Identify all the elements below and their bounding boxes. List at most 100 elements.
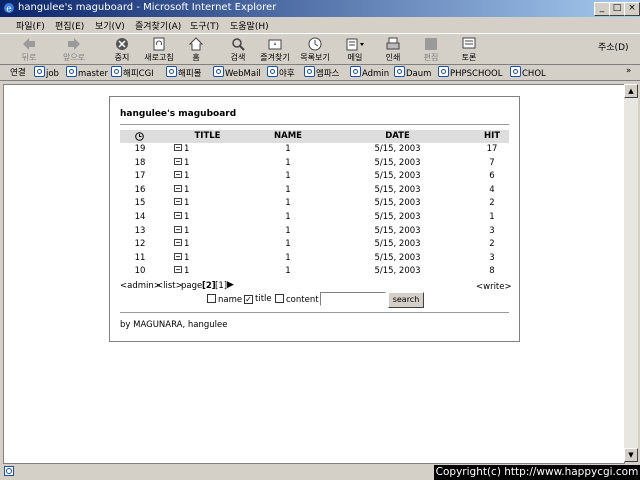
list-link[interactable]: <list> xyxy=(156,281,183,291)
link-empas[interactable]: 엠파스 xyxy=(304,66,339,79)
vertical-scrollbar[interactable]: ▲ ▼ xyxy=(624,84,638,462)
menu-help[interactable]: 도움말(H) xyxy=(230,19,269,32)
post-hits: 1 xyxy=(465,212,519,222)
content-checkbox[interactable] xyxy=(275,294,284,303)
post-date: 5/15, 2003 xyxy=(330,226,465,236)
link-chol-label: CHOL xyxy=(522,69,546,79)
maximize-button[interactable]: □ xyxy=(609,2,625,16)
post-author-text: 1 xyxy=(285,212,291,222)
post-title-link[interactable]: 1 xyxy=(174,184,204,195)
post-title-link-text: 1 xyxy=(184,239,190,250)
page-icon xyxy=(438,66,449,77)
print-label: 인쇄 xyxy=(385,53,401,62)
post-number-text: 19 xyxy=(134,144,146,154)
link-job[interactable]: job xyxy=(34,66,59,79)
discuss-button[interactable]: 토론 xyxy=(450,37,488,63)
admin-link[interactable]: <admin> xyxy=(120,281,161,291)
page-1-link[interactable]: [1] xyxy=(215,281,227,291)
back-button[interactable]: 뒤로 xyxy=(10,37,48,63)
post-number: 14 xyxy=(120,212,160,222)
link-master[interactable]: master xyxy=(66,66,108,79)
post-title-link[interactable]: 1 xyxy=(174,225,204,236)
post-title-link[interactable]: 1 xyxy=(174,198,204,208)
copyright-banner: Copyright(c) http://www.happycgi.com xyxy=(434,465,640,480)
favorites-button[interactable]: 즐겨찾기 xyxy=(256,37,294,63)
stop-label: 중지 xyxy=(114,53,130,62)
edit-button[interactable]: 편집 xyxy=(412,37,450,63)
col-hit[interactable]: HIT xyxy=(465,131,519,141)
scroll-up-icon[interactable]: ▲ xyxy=(624,84,638,98)
mail-button[interactable]: 메일 xyxy=(336,37,374,63)
next-page-icon[interactable]: ▶ xyxy=(227,280,234,290)
post-title-link-text: 1 xyxy=(184,225,190,236)
svg-text:e: e xyxy=(6,5,11,15)
post-title-link-text: 1 xyxy=(184,171,190,182)
title-checkbox[interactable]: ✓ xyxy=(244,295,253,304)
post-title-link[interactable]: 1 xyxy=(174,212,204,222)
link-happymall[interactable]: 해피몰 xyxy=(166,66,201,79)
search-input[interactable] xyxy=(320,292,386,306)
refresh-button[interactable]: 새로고침 xyxy=(140,37,178,63)
post-hits-text: 1 xyxy=(489,212,495,222)
post-title-link[interactable]: 1 xyxy=(174,252,204,263)
write-link[interactable]: <write> xyxy=(476,282,512,292)
post-date-text: 5/15, 2003 xyxy=(374,239,421,250)
post-number: 15 xyxy=(120,198,160,208)
favorites-label: 즐겨찾기 xyxy=(260,53,290,62)
links-more-icon[interactable]: » xyxy=(626,66,631,76)
post-hits-text: 6 xyxy=(489,171,495,182)
post-number-text: 18 xyxy=(134,157,146,168)
search-option-title[interactable]: ✓ title xyxy=(244,294,272,304)
name-checkbox[interactable] xyxy=(207,294,216,303)
post-title-link[interactable]: 1 xyxy=(174,266,204,276)
post-title-link[interactable]: 1 xyxy=(174,171,204,181)
link-daum[interactable]: Daum xyxy=(394,66,431,79)
menu-tools[interactable]: 도구(T) xyxy=(190,19,219,32)
stop-button[interactable]: 중지 xyxy=(103,37,141,63)
post-date: 5/15, 2003 xyxy=(330,253,465,263)
link-admin[interactable]: Admin xyxy=(350,66,389,79)
menu-favorites[interactable]: 즐겨찾기(A) xyxy=(135,19,181,32)
minimize-button[interactable]: _ xyxy=(594,2,610,16)
post-title-link[interactable]: 1 xyxy=(174,157,204,168)
search-option-content[interactable]: content xyxy=(275,294,319,305)
table-row: 16 1 1 5/15, 2003 4 xyxy=(120,184,509,199)
post-title-link[interactable]: 1 xyxy=(174,144,204,154)
scroll-down-icon[interactable]: ▼ xyxy=(624,448,638,462)
link-webmail[interactable]: WebMail xyxy=(213,66,261,79)
post-hits: 6 xyxy=(465,171,519,181)
page-icon xyxy=(267,66,278,77)
menu-file[interactable]: 파일(F) xyxy=(16,19,45,32)
col-title[interactable]: TITLE xyxy=(170,131,245,141)
post-title-link[interactable]: 1 xyxy=(174,239,204,249)
search-submit-button[interactable]: search xyxy=(388,292,424,308)
table-row: 17 1 1 5/15, 2003 6 xyxy=(120,171,509,185)
link-chol[interactable]: CHOL xyxy=(510,66,546,79)
print-button[interactable]: 인쇄 xyxy=(374,37,412,63)
home-button[interactable]: 홈 xyxy=(177,37,215,63)
post-hits: 2 xyxy=(465,239,519,249)
address-label[interactable]: 주소(D) xyxy=(598,40,629,53)
col-date[interactable]: DATE xyxy=(330,131,465,141)
forward-arrow-icon xyxy=(68,38,80,50)
search-option-name[interactable]: name xyxy=(207,294,242,305)
window-title-bar[interactable]: e hangulee's maguboard - Microsoft Inter… xyxy=(0,0,640,17)
history-button[interactable]: 목록보기 xyxy=(296,37,334,63)
close-button[interactable]: × xyxy=(624,2,640,16)
post-date-text: 5/15, 2003 xyxy=(374,157,421,168)
post-number: 10 xyxy=(120,266,160,276)
link-phpschool[interactable]: PHPSCHOOL xyxy=(438,66,502,79)
document-icon xyxy=(174,198,182,206)
col-name[interactable]: NAME xyxy=(248,131,328,141)
menu-edit[interactable]: 편집(E) xyxy=(55,19,84,32)
forward-button[interactable]: 앞으로 xyxy=(55,37,93,63)
post-author: 1 xyxy=(248,158,328,168)
link-happycgi[interactable]: 해피CGI xyxy=(111,66,154,79)
table-row: 19 1 1 5/15, 2003 17 xyxy=(120,144,509,158)
menu-view[interactable]: 보기(V) xyxy=(95,19,125,32)
post-number: 17 xyxy=(120,171,160,181)
search-button[interactable]: 검색 xyxy=(219,37,257,63)
link-yahoo[interactable]: 야후 xyxy=(267,66,295,79)
link-phpschool-label: PHPSCHOOL xyxy=(450,69,503,79)
page-icon xyxy=(34,66,45,77)
